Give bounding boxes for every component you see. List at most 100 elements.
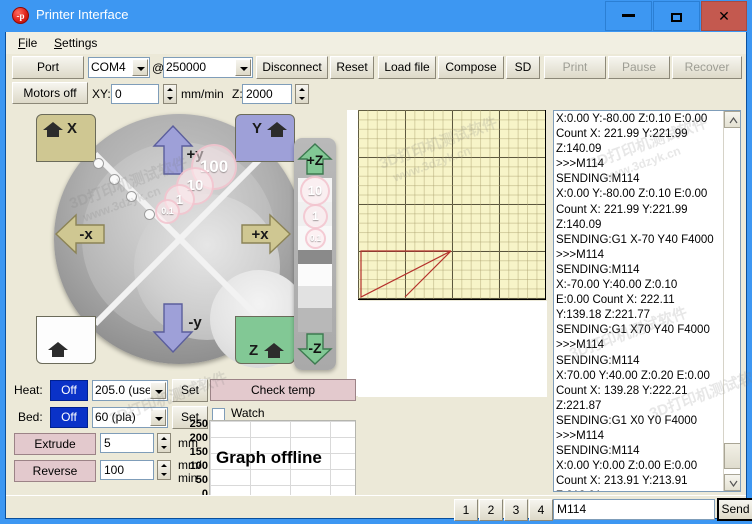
jog-minus-x-label: -x	[79, 226, 93, 243]
z-speed-input[interactable]: 2000	[242, 84, 292, 104]
z-step-slot[interactable]	[298, 286, 332, 308]
z-step-slot[interactable]	[298, 250, 332, 264]
menu-settings-rest: ettings	[62, 36, 98, 50]
reset-button[interactable]: Reset	[330, 56, 374, 79]
chevron-down-icon[interactable]	[132, 59, 148, 76]
stepper-down-icon[interactable]	[158, 470, 170, 479]
chevron-down-icon[interactable]	[150, 382, 166, 399]
home-z-button[interactable]: Z	[235, 316, 295, 364]
close-button[interactable]: ✕	[701, 1, 747, 31]
bed-toggle-button[interactable]: Off	[50, 407, 88, 428]
heat-toggle-button[interactable]: Off	[50, 380, 88, 401]
bed-temp-select[interactable]: 60 (pla)	[92, 407, 168, 428]
port-select-value: COM4	[91, 60, 126, 74]
extrude-amount-input[interactable]: 5	[100, 433, 154, 453]
stepper-up-icon[interactable]	[158, 461, 170, 470]
stepper-down-icon[interactable]	[158, 443, 170, 452]
menu-bar: File Settings	[6, 32, 746, 54]
reverse-speed-input[interactable]: 100	[100, 460, 154, 480]
baud-select[interactable]: 250000	[163, 57, 253, 78]
check-temp-button[interactable]: Check temp	[210, 379, 356, 401]
extrude-button[interactable]: Extrude	[14, 433, 96, 455]
log-scrollbar[interactable]	[723, 111, 740, 491]
y-tick: 100	[189, 460, 208, 472]
chevron-up-icon	[729, 117, 738, 124]
dial-notch	[126, 191, 137, 202]
xy-speed-input[interactable]: 0	[111, 84, 159, 104]
port-select[interactable]: COM4	[88, 57, 150, 78]
speed-units-label: mm/min	[181, 87, 224, 101]
application-window: -p Printer Interface ✕ File Settings Por…	[0, 0, 752, 524]
port-button[interactable]: Port	[12, 56, 84, 79]
chevron-down-icon[interactable]	[235, 59, 251, 76]
z-step-slot[interactable]	[298, 308, 332, 332]
stepper-up-icon[interactable]	[158, 434, 170, 443]
jog-dial-panel: X Y Z -y -x +x 100 10 1 0.1	[16, 112, 308, 372]
xy-speed-label: XY:	[92, 87, 111, 101]
macro-button-3[interactable]: 3	[504, 499, 528, 521]
stepper-up-icon[interactable]	[164, 85, 176, 94]
disconnect-button[interactable]: Disconnect	[256, 56, 328, 79]
macro-button-4[interactable]: 4	[529, 499, 553, 521]
toolbar: Port COM4 @ 250000 Disconnect Reset Load…	[6, 54, 746, 81]
heat-set-button[interactable]: Set	[172, 379, 208, 402]
dial-notch	[144, 209, 155, 220]
scroll-down-icon[interactable]	[724, 474, 740, 491]
home-all-button[interactable]	[36, 316, 96, 364]
reverse-button[interactable]: Reverse	[14, 460, 96, 482]
reverse-stepper[interactable]	[157, 460, 171, 480]
motors-off-button[interactable]: Motors off	[12, 82, 88, 104]
command-input[interactable]: M114	[553, 499, 715, 520]
jog-plus-x-button[interactable]: +x	[240, 212, 292, 256]
home-z-label: Z	[249, 342, 259, 359]
temp-graph-y-axis: 250 200 150 100 50 0	[176, 418, 208, 502]
serial-log-text: X:0.00 Y:-80.00 Z:0.10 E:0.00 Count X: 2…	[556, 113, 714, 491]
xy-speed-stepper[interactable]	[163, 84, 177, 104]
menu-file[interactable]: File	[18, 36, 37, 50]
stepper-down-icon[interactable]	[164, 94, 176, 103]
scroll-thumb[interactable]	[724, 443, 740, 469]
macro-button-1[interactable]: 1	[454, 499, 478, 521]
macro-button-2[interactable]: 2	[479, 499, 503, 521]
speed-row: Motors off XY: 0 mm/min Z: 2000	[6, 80, 746, 106]
chevron-down-icon	[729, 480, 738, 487]
preview-toolpath	[360, 250, 452, 298]
menu-settings[interactable]: Settings	[54, 36, 97, 50]
dial-notch	[93, 158, 104, 169]
z-step-size-0.1[interactable]: 0.1	[305, 228, 326, 249]
preview-empty-area	[358, 301, 547, 397]
y-tick: 250	[189, 418, 208, 430]
print-button: Print	[544, 56, 606, 79]
z-speed-stepper[interactable]	[295, 84, 309, 104]
minimize-button[interactable]	[605, 1, 652, 31]
extrude-stepper[interactable]	[157, 433, 171, 453]
home-y-button[interactable]: Y	[235, 114, 295, 162]
z-minus-button[interactable]: -Z	[297, 332, 333, 366]
jog-plus-x-label: +x	[251, 226, 269, 243]
serial-log-panel[interactable]: X:0.00 Y:-80.00 Z:0.10 E:0.00 Count X: 2…	[553, 110, 741, 492]
home-x-button[interactable]: X	[36, 114, 96, 162]
z-axis-panel: +Z -Z 10 1 0.1	[294, 138, 336, 370]
sd-button[interactable]: SD	[506, 56, 540, 79]
graph-offline-text: Graph offline	[216, 448, 322, 467]
scroll-up-icon[interactable]	[724, 111, 740, 128]
stepper-down-icon[interactable]	[296, 94, 308, 103]
step-size-0.1[interactable]: 0.1	[155, 199, 180, 224]
heat-temp-select[interactable]: 205.0 (use	[92, 380, 168, 401]
z-step-size-1[interactable]: 1	[303, 204, 328, 229]
maximize-button[interactable]	[653, 1, 700, 31]
stepper-up-icon[interactable]	[296, 85, 308, 94]
y-tick: 50	[195, 474, 208, 486]
z-step-slot[interactable]	[298, 264, 332, 286]
home-icon	[264, 343, 284, 358]
pause-button: Pause	[608, 56, 670, 79]
jog-minus-x-button[interactable]: -x	[54, 212, 106, 256]
jog-minus-y-button[interactable]: -y	[151, 302, 202, 354]
compose-button[interactable]: Compose	[438, 56, 504, 79]
z-plus-button[interactable]: +Z	[297, 142, 333, 176]
chevron-down-icon[interactable]	[150, 409, 166, 426]
send-button[interactable]: Send	[717, 498, 752, 521]
z-step-size-10[interactable]: 10	[300, 176, 330, 206]
load-file-button[interactable]: Load file	[378, 56, 436, 79]
print-preview-grid[interactable]	[358, 110, 546, 300]
